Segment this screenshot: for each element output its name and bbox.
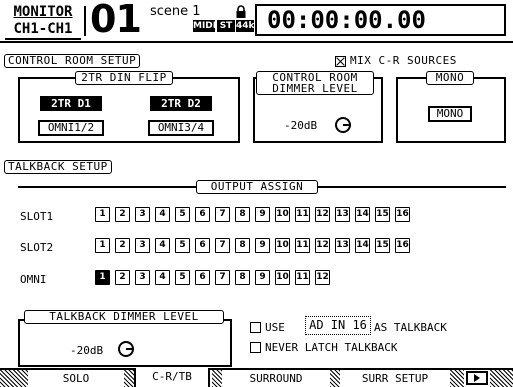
assign-button-slot2-12[interactable]: 12 [315, 238, 330, 253]
tab-surr-setup[interactable]: SURR SETUP [340, 370, 450, 387]
assign-button-slot2-7[interactable]: 7 [215, 238, 230, 253]
assign-button-omni-7[interactable]: 7 [215, 270, 230, 285]
assign-button-omni-2[interactable]: 2 [115, 270, 130, 285]
header-rule [0, 41, 513, 43]
tab-next-button[interactable] [466, 371, 488, 385]
tab-hatch-4 [450, 370, 464, 387]
play-right-icon [474, 374, 480, 382]
title-underline [5, 38, 81, 40]
sample-rate-badge: 44k [236, 20, 255, 32]
slot2-label: SLOT2 [20, 241, 54, 254]
tab-hatch-3 [330, 370, 340, 387]
assign-button-slot1-5[interactable]: 5 [175, 207, 190, 222]
assign-button-slot2-3[interactable]: 3 [135, 238, 150, 253]
tab-hatch-left [0, 370, 28, 387]
assign-button-slot1-3[interactable]: 3 [135, 207, 150, 222]
assign-button-omni-12[interactable]: 12 [315, 270, 330, 285]
assign-button-slot1-10[interactable]: 10 [275, 207, 290, 222]
omni34-button[interactable]: OMNI3/4 [148, 120, 214, 136]
mono-button[interactable]: MONO [428, 106, 472, 122]
timecode-display: 00:00:00.00 [255, 4, 506, 36]
assign-button-slot2-4[interactable]: 4 [155, 238, 170, 253]
assign-button-slot1-16[interactable]: 16 [395, 207, 410, 222]
timecode-value: 00:00:00.00 [267, 6, 426, 34]
st-badge: ST [217, 20, 235, 32]
assign-button-slot2-11[interactable]: 11 [295, 238, 310, 253]
2tr-d2-button[interactable]: 2TR D2 [150, 96, 212, 111]
scene-number: 01 [90, 0, 142, 41]
tab-bar: SOLO C-R/TB SURROUND SURR SETUP [0, 368, 513, 387]
header-divider [84, 6, 86, 36]
assign-button-slot2-9[interactable]: 9 [255, 238, 270, 253]
assign-button-slot2-13[interactable]: 13 [335, 238, 350, 253]
mix-cr-sources-checkbox[interactable] [335, 56, 346, 67]
assign-button-slot1-1[interactable]: 1 [95, 207, 110, 222]
lock-icon [236, 5, 246, 18]
assign-button-slot1-14[interactable]: 14 [355, 207, 370, 222]
assign-button-slot2-15[interactable]: 15 [375, 238, 390, 253]
control-room-section-label: CONTROL ROOM SETUP [4, 54, 141, 68]
assign-button-slot1-6[interactable]: 6 [195, 207, 210, 222]
assign-button-omni-6[interactable]: 6 [195, 270, 210, 285]
slot1-label: SLOT1 [20, 210, 54, 223]
assign-button-slot1-2[interactable]: 2 [115, 207, 130, 222]
2tr-d1-button[interactable]: 2TR D1 [40, 96, 102, 111]
assign-button-slot2-1[interactable]: 1 [95, 238, 110, 253]
assign-button-slot1-9[interactable]: 9 [255, 207, 270, 222]
page-title-line1: MONITOR [13, 4, 73, 20]
assign-button-slot2-10[interactable]: 10 [275, 238, 290, 253]
tab-hatch-1 [124, 370, 134, 387]
cr-dimmer-knob[interactable] [335, 117, 351, 133]
assign-button-omni-5[interactable]: 5 [175, 270, 190, 285]
assign-button-omni-8[interactable]: 8 [235, 270, 250, 285]
tb-dimmer-value: -20dB [70, 344, 104, 357]
assign-button-slot2-16[interactable]: 16 [395, 238, 410, 253]
scene-label: scene 1 [150, 4, 201, 19]
assign-button-omni-11[interactable]: 11 [295, 270, 310, 285]
page-title: MONITOR CH1-CH1 [5, 4, 81, 40]
assign-button-slot2-2[interactable]: 2 [115, 238, 130, 253]
omni-label: OMNI [20, 273, 47, 286]
tab-solo[interactable]: SOLO [28, 370, 124, 387]
assign-button-omni-9[interactable]: 9 [255, 270, 270, 285]
talkback-source-selector[interactable]: AD IN 16 [305, 316, 371, 335]
assign-button-slot1-11[interactable]: 11 [295, 207, 310, 222]
never-latch-checkbox[interactable] [250, 342, 261, 353]
use-prefix-label: USE [265, 321, 285, 334]
talkback-section-label: TALKBACK SETUP [4, 160, 112, 174]
assign-button-slot1-8[interactable]: 8 [235, 207, 250, 222]
assign-button-slot2-14[interactable]: 14 [355, 238, 370, 253]
omni12-button[interactable]: OMNI1/2 [38, 120, 104, 136]
assign-button-slot2-5[interactable]: 5 [175, 238, 190, 253]
mix-cr-sources-label: MIX C-R SOURCES [350, 54, 457, 67]
tab-hatch-right [490, 370, 513, 387]
assign-button-slot1-7[interactable]: 7 [215, 207, 230, 222]
use-suffix-label: AS TALKBACK [374, 321, 447, 334]
assign-button-omni-3[interactable]: 3 [135, 270, 150, 285]
assign-button-omni-1[interactable]: 1 [95, 270, 110, 285]
never-latch-label: NEVER LATCH TALKBACK [265, 341, 398, 354]
cr-dimmer-label-line2: DIMMER LEVEL [272, 82, 358, 95]
assign-button-slot1-12[interactable]: 12 [315, 207, 330, 222]
assign-button-slot2-8[interactable]: 8 [235, 238, 250, 253]
midi-badge: MIDI [193, 20, 217, 32]
assign-button-slot1-4[interactable]: 4 [155, 207, 170, 222]
tb-dimmer-knob[interactable] [118, 341, 134, 357]
assign-button-omni-10[interactable]: 10 [275, 270, 290, 285]
assign-button-slot2-6[interactable]: 6 [195, 238, 210, 253]
tab-cr-tb[interactable]: C-R/TB [134, 368, 210, 387]
tab-surround[interactable]: SURROUND [222, 370, 330, 387]
tb-dimmer-label: TALKBACK DIMMER LEVEL [24, 310, 224, 324]
use-talkback-checkbox[interactable] [250, 322, 261, 333]
assign-button-omni-4[interactable]: 4 [155, 270, 170, 285]
output-assign-label: OUTPUT ASSIGN [196, 180, 318, 194]
page-title-line2: CH1-CH1 [13, 21, 73, 37]
tab-hatch-2 [212, 370, 222, 387]
assign-button-slot1-13[interactable]: 13 [335, 207, 350, 222]
mono-label: MONO [426, 71, 474, 85]
assign-button-slot1-15[interactable]: 15 [375, 207, 390, 222]
din-flip-label: 2TR DIN FLIP [75, 71, 173, 85]
cr-dimmer-value: -20dB [284, 119, 318, 132]
cr-dimmer-label: CONTROL ROOM DIMMER LEVEL [256, 71, 374, 95]
